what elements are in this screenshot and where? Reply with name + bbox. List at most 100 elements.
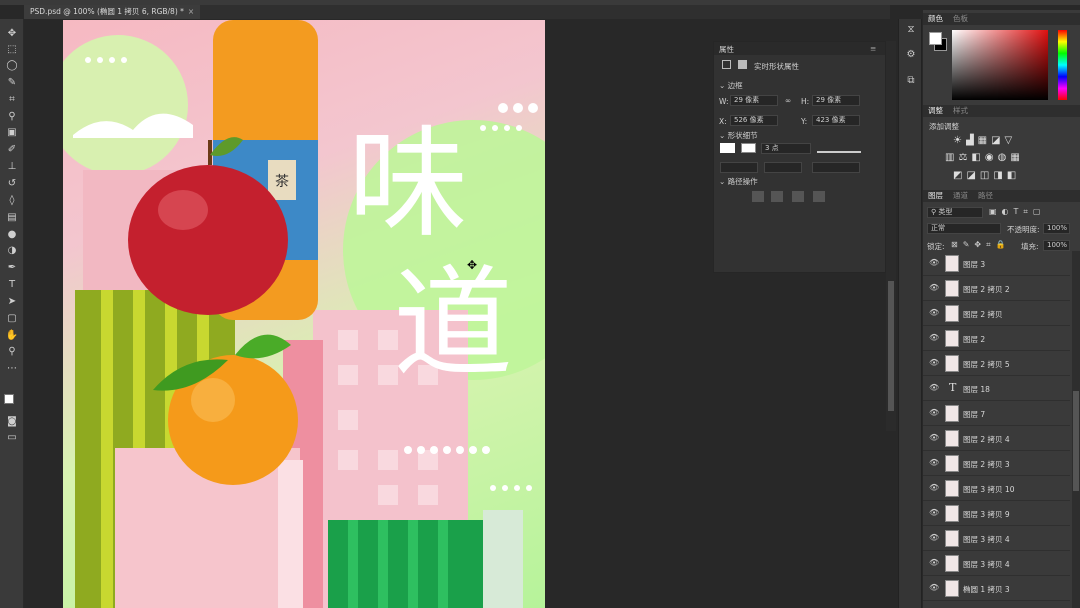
layer-row[interactable]: 👁 图层 2 拷贝 2 — [923, 276, 1070, 301]
blend-mode-select[interactable]: 正常 — [927, 223, 1001, 234]
layer-row[interactable]: 👁 图层 3 拷贝 4 — [923, 526, 1070, 551]
combine-shapes-icon[interactable] — [752, 191, 764, 202]
fill-swatch[interactable] — [720, 143, 735, 153]
stroke-corner-select[interactable] — [812, 162, 860, 173]
visibility-eye-icon[interactable]: 👁 — [929, 533, 939, 542]
layer-row[interactable]: 👁 图层 2 拷贝 5 — [923, 351, 1070, 376]
layer-row[interactable]: 👁 图层 2 拷贝 — [923, 301, 1070, 326]
shape-icon[interactable]: ▢ — [5, 312, 19, 326]
layer-row[interactable]: 👁 图层 2 拷贝 3 — [923, 451, 1070, 476]
properties-icon[interactable]: ⚙ — [904, 49, 918, 63]
visibility-eye-icon[interactable]: 👁 — [929, 558, 939, 567]
zoom-icon[interactable]: ⚲ — [5, 345, 19, 359]
fg-color-swatch[interactable] — [929, 32, 942, 45]
section-shape[interactable]: ⌄ 形状细节 — [719, 130, 758, 141]
close-tab-icon[interactable]: × — [188, 7, 194, 16]
visibility-eye-icon[interactable]: 👁 — [929, 308, 939, 317]
visibility-eye-icon[interactable]: 👁 — [929, 458, 939, 467]
subtract-shape-icon[interactable] — [771, 191, 783, 202]
visibility-eye-icon[interactable]: 👁 — [929, 433, 939, 442]
visibility-eye-icon[interactable]: 👁 — [929, 383, 939, 392]
stroke-style-select[interactable] — [817, 143, 861, 153]
screen-mode-icon[interactable]: ▭ — [5, 431, 19, 445]
link-icon[interactable]: ∞ — [785, 96, 791, 105]
visibility-eye-icon[interactable]: 👁 — [929, 408, 939, 417]
panel-menu-icon[interactable]: ≡ — [870, 44, 876, 53]
visibility-eye-icon[interactable]: 👁 — [929, 583, 939, 592]
visibility-eye-icon[interactable]: 👁 — [929, 358, 939, 367]
fill-field[interactable]: 100% — [1043, 240, 1070, 251]
eyedropper-icon[interactable]: ⚲ — [5, 110, 19, 124]
visibility-eye-icon[interactable]: 👁 — [929, 333, 939, 342]
healing-icon[interactable]: ▣ — [5, 126, 19, 140]
layer-row[interactable]: 👁 图层 3 拷贝 9 — [923, 501, 1070, 526]
visibility-eye-icon[interactable]: 👁 — [929, 508, 939, 517]
hue-slider[interactable] — [1058, 30, 1067, 100]
layer-row[interactable]: 👁 图层 2 — [923, 326, 1070, 351]
visibility-eye-icon[interactable]: 👁 — [929, 483, 939, 492]
layer-filter-select[interactable]: ⚲ 类型 — [927, 207, 983, 218]
layer-filter-icons[interactable]: ▣◐T⌗▢ — [989, 207, 1046, 217]
tab-paths[interactable]: 路径 — [973, 191, 998, 200]
eraser-icon[interactable]: ◊ — [5, 194, 19, 208]
visibility-eye-icon[interactable]: 👁 — [929, 283, 939, 292]
intersect-shape-icon[interactable] — [792, 191, 804, 202]
x-field[interactable]: 526 像素 — [730, 115, 778, 126]
exclude-shape-icon[interactable] — [813, 191, 825, 202]
color-picker-field[interactable] — [952, 30, 1048, 100]
lock-icons[interactable]: ⊠✎✥⌗🔒 — [951, 240, 1011, 250]
opacity-field[interactable]: 100% — [1043, 223, 1070, 234]
tab-adjustments[interactable]: 调整 — [923, 106, 948, 115]
section-path[interactable]: ⌄ 路径操作 — [719, 176, 758, 187]
layers-scrollbar-thumb[interactable] — [1073, 391, 1079, 491]
stroke-align-select[interactable] — [720, 162, 758, 173]
adjustment-icons-row-1[interactable]: ☀▟▦◪▽ — [953, 135, 1016, 146]
history-icon[interactable]: ⧖ — [904, 24, 918, 38]
libraries-icon[interactable]: ⧉ — [904, 75, 918, 89]
quick-select-icon[interactable]: ✎ — [5, 76, 19, 90]
type-icon[interactable]: T — [5, 278, 19, 292]
tab-layers[interactable]: 图层 — [923, 191, 948, 200]
layer-row[interactable]: 👁 图层 2 拷贝 4 — [923, 426, 1070, 451]
layer-row[interactable]: 👁 图层 7 — [923, 401, 1070, 426]
stroke-width-field[interactable]: 3 点 — [761, 143, 811, 154]
path-select-icon[interactable]: ➤ — [5, 295, 19, 309]
pen-icon[interactable]: ✒ — [5, 261, 19, 275]
lasso-icon[interactable]: ◯ — [5, 59, 19, 73]
mask-properties-icon[interactable] — [738, 60, 747, 69]
stroke-swatch[interactable] — [741, 143, 756, 153]
foreground-color-swatch[interactable] — [4, 394, 14, 404]
quick-mask-icon[interactable]: ◙ — [5, 415, 19, 429]
layer-row[interactable]: 👁 图层 3 拷贝 4 — [923, 551, 1070, 576]
layer-row[interactable]: 👁 T 图层 18 — [923, 376, 1070, 401]
brush-icon[interactable]: ✐ — [5, 143, 19, 157]
tab-styles[interactable]: 样式 — [948, 106, 973, 115]
height-field[interactable]: 29 像素 — [812, 95, 860, 106]
stroke-cap-select[interactable] — [764, 162, 802, 173]
y-field[interactable]: 423 像素 — [812, 115, 860, 126]
marquee-icon[interactable]: ⬚ — [5, 43, 19, 57]
more-icon[interactable]: ⋯ — [5, 362, 19, 376]
layers-scrollbar[interactable] — [1072, 251, 1080, 608]
adjustment-icons-row-2[interactable]: ▥⚖◧◉◍▦ — [945, 152, 1024, 163]
artboard[interactable]: 茶 味 道 — [63, 20, 545, 608]
stamp-icon[interactable]: ⊥ — [5, 160, 19, 174]
adjustment-icons-row-3[interactable]: ◩◪◫◨◧ — [953, 170, 1020, 181]
history-brush-icon[interactable]: ↺ — [5, 177, 19, 191]
visibility-eye-icon[interactable]: 👁 — [929, 258, 939, 267]
width-field[interactable]: 29 像素 — [730, 95, 778, 106]
canvas-scrollbar[interactable] — [886, 41, 896, 431]
document-tab[interactable]: PSD.psd @ 100% (椭圆 1 拷贝 6, RGB/8) * × — [24, 5, 201, 19]
section-transform[interactable]: ⌄ 边框 — [719, 80, 743, 91]
shape-properties-icon[interactable] — [722, 60, 731, 69]
crop-icon[interactable]: ⌗ — [5, 93, 19, 107]
move-icon[interactable]: ✥ — [5, 27, 19, 41]
tab-color[interactable]: 颜色 — [923, 14, 948, 23]
tab-channels[interactable]: 通道 — [948, 191, 973, 200]
layer-row[interactable]: 👁 图层 3 拷贝 10 — [923, 476, 1070, 501]
scrollbar-thumb[interactable] — [888, 281, 894, 411]
dodge-icon[interactable]: ◑ — [5, 244, 19, 258]
blur-icon[interactable]: ● — [5, 228, 19, 242]
layer-row[interactable]: 👁 椭圆 1 拷贝 3 — [923, 576, 1070, 601]
tab-swatches[interactable]: 色板 — [948, 14, 973, 23]
